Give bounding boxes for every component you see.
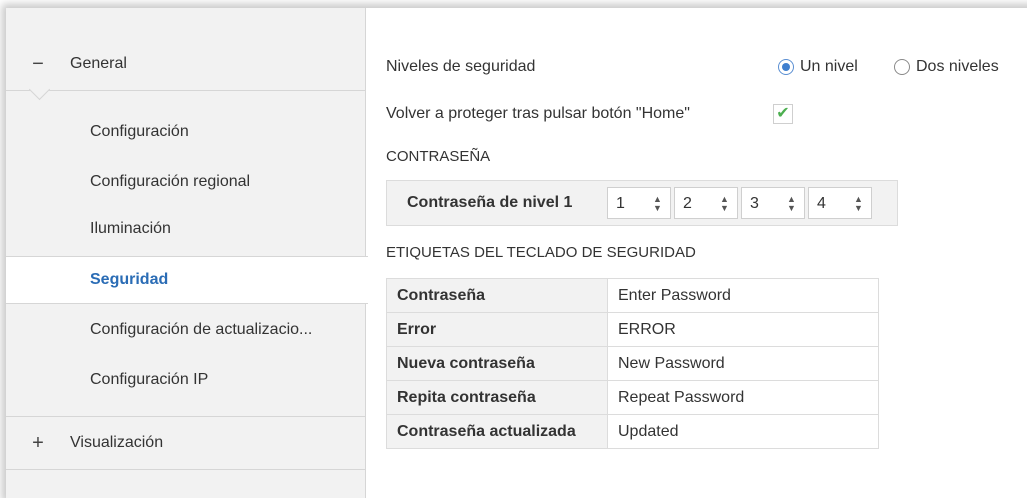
password-digit-2-stepper[interactable]: 2 ▲ ▼ bbox=[674, 187, 738, 219]
sidebar-item-label: Iluminación bbox=[90, 220, 171, 237]
contrasena-section-title: CONTRASEÑA bbox=[386, 148, 491, 165]
sidebar-item-configuracion-actualizacion[interactable]: Configuración de actualizacio... bbox=[6, 306, 365, 354]
password-digit-3-stepper[interactable]: 3 ▲ ▼ bbox=[741, 187, 805, 219]
sidebar-item-label: Configuración bbox=[90, 123, 189, 140]
settings-content: Niveles de seguridad Un nivel Dos nivele… bbox=[366, 8, 1027, 498]
table-row: Contraseña Enter Password bbox=[386, 278, 879, 313]
stepper-value: 4 bbox=[817, 195, 826, 212]
etiquetas-section-title: ETIQUETAS DEL TECLADO DE SEGURIDAD bbox=[386, 244, 696, 261]
niveles-label: Niveles de seguridad bbox=[386, 58, 536, 75]
label-key: Nueva contraseña bbox=[386, 346, 608, 381]
table-row: Error ERROR bbox=[386, 312, 879, 347]
radio-dos-niveles[interactable] bbox=[894, 59, 910, 75]
password-row: Contraseña de nivel 1 1 ▲ ▼ 2 ▲ ▼ 3 ▲ ▼ … bbox=[386, 180, 898, 226]
sidebar-item-configuracion-regional[interactable]: Configuración regional bbox=[6, 158, 365, 206]
password-digit-1-stepper[interactable]: 1 ▲ ▼ bbox=[607, 187, 671, 219]
password-digit-4-stepper[interactable]: 4 ▲ ▼ bbox=[808, 187, 872, 219]
sidebar-group-label: General bbox=[70, 55, 127, 72]
stepper-value: 3 bbox=[750, 195, 759, 212]
stepper-down-icon[interactable]: ▼ bbox=[787, 204, 796, 213]
sidebar-item-label: Configuración IP bbox=[90, 371, 209, 388]
sidebar-group-visualizacion[interactable]: + Visualización bbox=[6, 416, 365, 470]
password-label: Contraseña de nivel 1 bbox=[407, 194, 573, 211]
home-protect-checkbox[interactable]: ✔ bbox=[773, 104, 793, 124]
label-key: Error bbox=[386, 312, 608, 347]
stepper-down-icon[interactable]: ▼ bbox=[653, 204, 662, 213]
label-value-field[interactable]: Updated bbox=[607, 414, 879, 449]
label-key: Repita contraseña bbox=[386, 380, 608, 415]
label-value-field[interactable]: ERROR bbox=[607, 312, 879, 347]
sidebar-group-general[interactable]: − General bbox=[6, 38, 365, 91]
keypad-labels-table: Contraseña Enter Password Error ERROR Nu… bbox=[386, 278, 879, 449]
collapse-icon[interactable]: − bbox=[31, 54, 45, 74]
radio-dos-niveles-label[interactable]: Dos niveles bbox=[916, 58, 999, 76]
settings-window: − General Configuración Configuración re… bbox=[6, 8, 1027, 498]
sidebar-item-iluminacion[interactable]: Iluminación bbox=[6, 205, 365, 253]
table-row: Contraseña actualizada Updated bbox=[386, 414, 879, 449]
radio-un-nivel[interactable] bbox=[778, 59, 794, 75]
sidebar-group-label: Visualización bbox=[70, 434, 164, 451]
stepper-value: 2 bbox=[683, 195, 692, 212]
label-key: Contraseña bbox=[386, 278, 608, 313]
table-row: Nueva contraseña New Password bbox=[386, 346, 879, 381]
label-value-field[interactable]: Repeat Password bbox=[607, 380, 879, 415]
table-row: Repita contraseña Repeat Password bbox=[386, 380, 879, 415]
expand-icon[interactable]: + bbox=[31, 433, 45, 453]
sidebar: − General Configuración Configuración re… bbox=[6, 8, 368, 498]
stepper-down-icon[interactable]: ▼ bbox=[854, 204, 863, 213]
radio-un-nivel-label[interactable]: Un nivel bbox=[800, 58, 858, 76]
stepper-down-icon[interactable]: ▼ bbox=[720, 204, 729, 213]
sidebar-item-configuracion-ip[interactable]: Configuración IP bbox=[6, 356, 365, 404]
sidebar-item-label: Configuración de actualizacio... bbox=[90, 321, 313, 338]
label-value-field[interactable]: Enter Password bbox=[607, 278, 879, 313]
sidebar-item-label: Configuración regional bbox=[90, 173, 251, 190]
sidebar-item-configuracion[interactable]: Configuración bbox=[6, 108, 365, 156]
home-protect-label: Volver a proteger tras pulsar botón "Hom… bbox=[386, 105, 690, 122]
label-value-field[interactable]: New Password bbox=[607, 346, 879, 381]
label-key: Contraseña actualizada bbox=[386, 414, 608, 449]
stepper-value: 1 bbox=[616, 195, 625, 212]
sidebar-item-label: Seguridad bbox=[90, 271, 169, 288]
sidebar-item-seguridad[interactable]: Seguridad bbox=[6, 256, 368, 304]
